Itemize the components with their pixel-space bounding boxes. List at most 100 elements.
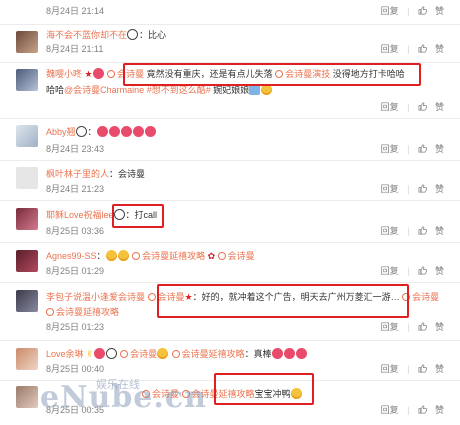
comment-date: 8月24日 21:11	[46, 44, 104, 54]
heart-eyes-emoji-icon	[295, 348, 307, 359]
grin-emoji-icon	[105, 250, 117, 261]
comment-actions: 回复 | 赞	[380, 102, 444, 112]
heart-eyes-emoji-icon	[144, 126, 156, 137]
reply-button[interactable]: 回复	[381, 184, 399, 194]
comment-row-3: Abby翘： 8月24日 23:43 回复 | 赞	[0, 118, 460, 161]
comment-actions: 回复 | 赞	[380, 144, 444, 154]
avatar[interactable]	[16, 31, 38, 53]
avatar[interactable]	[16, 69, 38, 91]
avatar[interactable]	[16, 386, 38, 408]
reply-button[interactable]: 回复	[381, 405, 399, 415]
username-link[interactable]: Love余琳	[46, 349, 84, 359]
like-button[interactable]: 赞	[418, 184, 444, 194]
panda-emoji-icon	[127, 29, 139, 40]
topic-icon	[147, 293, 156, 301]
comment-actions: 回复 | 赞	[380, 6, 444, 16]
comment-text: ：真棒	[244, 349, 272, 359]
reply-button[interactable]: 回复	[381, 44, 399, 54]
heart-eyes-emoji-icon	[108, 126, 120, 137]
avatar[interactable]	[16, 167, 38, 189]
username-link[interactable]: Agnes99-SS	[46, 251, 97, 261]
comment-line: 枫叶林子里的人：会诗曼	[46, 168, 145, 180]
comment-text: ：比心	[139, 30, 167, 40]
comment-line-2: 会诗曼延禧攻略	[46, 306, 119, 318]
avatar[interactable]	[16, 348, 38, 370]
like-button[interactable]: 赞	[418, 226, 444, 236]
avatar[interactable]	[16, 208, 38, 230]
topic-icon	[132, 252, 141, 260]
topic-icon	[171, 350, 180, 358]
reply-button[interactable]: 回复	[381, 266, 399, 276]
username-link[interactable]: 枫叶林子里的人	[46, 169, 109, 179]
comment-line: Agnes99-SS： 会诗曼延禧攻略 ✿ 会诗曼	[46, 250, 255, 261]
thumb-up-icon	[418, 364, 427, 373]
comment-date: 8月25日 00:40	[46, 364, 105, 374]
heart-eyes-emoji-icon	[283, 348, 295, 359]
topic-icon	[217, 252, 226, 260]
like-button[interactable]: 赞	[418, 266, 444, 276]
comment-line: Abby翘：	[46, 126, 157, 138]
comment-text: ：会诗曼	[109, 169, 146, 179]
comment-line: 海不会不蓝你却不在 ：比心	[46, 29, 166, 41]
topic-tag[interactable]: 会诗曼延禧攻略	[132, 251, 205, 261]
like-button[interactable]: 赞	[418, 405, 444, 415]
heart-emoji-icon	[92, 68, 104, 79]
comment-row-5: 耶稣Love祝福lee ：打call 8月25日 03:36 回复 | 赞	[0, 200, 460, 243]
username-link[interactable]: 魏嘤小咚	[46, 69, 82, 79]
topic-tag[interactable]: 会诗曼延禧攻略	[46, 307, 119, 317]
reply-button[interactable]: 回复	[381, 226, 399, 236]
heart-emoji-icon	[93, 348, 105, 359]
like-button[interactable]: 赞	[418, 364, 444, 374]
username-link[interactable]: 海不会不蓝你却不在	[46, 30, 127, 40]
hashtag-link[interactable]: #想不到这么酷#	[147, 85, 211, 95]
comment-actions: 回复 | 赞	[380, 266, 444, 276]
topic-tag[interactable]: 会诗曼延禧攻略	[171, 349, 245, 359]
comment-date: 8月25日 01:23	[46, 322, 105, 332]
topic-icon	[120, 350, 129, 358]
heart-eyes-emoji-icon	[96, 126, 108, 137]
comment-date: 8月25日 01:29	[46, 266, 105, 276]
thumb-up-icon	[418, 102, 427, 111]
highlight-box	[214, 373, 314, 405]
comment-text: 婉妃娘娘	[213, 85, 250, 95]
avatar[interactable]	[16, 250, 38, 272]
topic-icon	[46, 308, 54, 316]
like-button[interactable]: 赞	[418, 44, 444, 54]
topic-tag[interactable]: 会诗曼	[217, 251, 255, 261]
like-button[interactable]: 赞	[418, 6, 444, 16]
username-link[interactable]: 耶稣Love祝福lee	[46, 210, 114, 220]
comment-row-4: 枫叶林子里的人：会诗曼 8月24日 21:23 回复 | 赞	[0, 160, 460, 201]
like-button[interactable]: 赞	[418, 322, 444, 332]
avatar[interactable]	[16, 290, 38, 312]
heart-eyes-emoji-icon	[132, 126, 144, 137]
victory-hand-icon: ✌	[86, 349, 94, 359]
like-button[interactable]: 赞	[418, 144, 444, 154]
reply-button[interactable]: 回复	[381, 6, 399, 16]
thumb-up-icon	[418, 405, 427, 414]
mention-link[interactable]: @会诗曼Charmaine	[64, 85, 144, 95]
avatar[interactable]	[16, 125, 38, 147]
reply-button[interactable]: 回复	[381, 364, 399, 374]
username-link[interactable]: Abby翘	[46, 127, 76, 137]
watermark-caption: 娱乐在线	[96, 379, 140, 391]
comment-actions: 回复 | 赞	[380, 226, 444, 236]
grin-emoji-icon	[117, 250, 129, 261]
comment-date: 8月25日 03:36	[46, 226, 105, 236]
heart-eyes-emoji-icon	[271, 348, 283, 359]
comment-row-1: 海不会不蓝你却不在 ：比心 8月24日 21:11 回复 | 赞	[0, 24, 460, 63]
comment-row-0: 8月24日 21:14 回复 | 赞	[0, 0, 460, 25]
like-button[interactable]: 赞	[418, 102, 444, 112]
reply-button[interactable]: 回复	[381, 102, 399, 112]
username-link[interactable]: 李包子说温小逢爱会诗曼	[46, 292, 145, 302]
topic-tag[interactable]: 会诗曼	[120, 349, 157, 359]
panda-emoji-icon	[75, 126, 87, 137]
comment-row-6: Agnes99-SS： 会诗曼延禧攻略 ✿ 会诗曼 8月25日 01:29 回复…	[0, 242, 460, 283]
topic-icon	[107, 70, 116, 78]
comment-text: 哈哈	[46, 85, 65, 95]
comment-actions: 回复 | 赞	[380, 364, 444, 374]
comment-actions: 回复 | 赞	[380, 405, 444, 415]
reply-button[interactable]: 回复	[381, 144, 399, 154]
reply-button[interactable]: 回复	[381, 322, 399, 332]
comment-date: 8月24日 21:23	[46, 184, 105, 194]
comment-actions: 回复 | 赞	[380, 322, 444, 332]
